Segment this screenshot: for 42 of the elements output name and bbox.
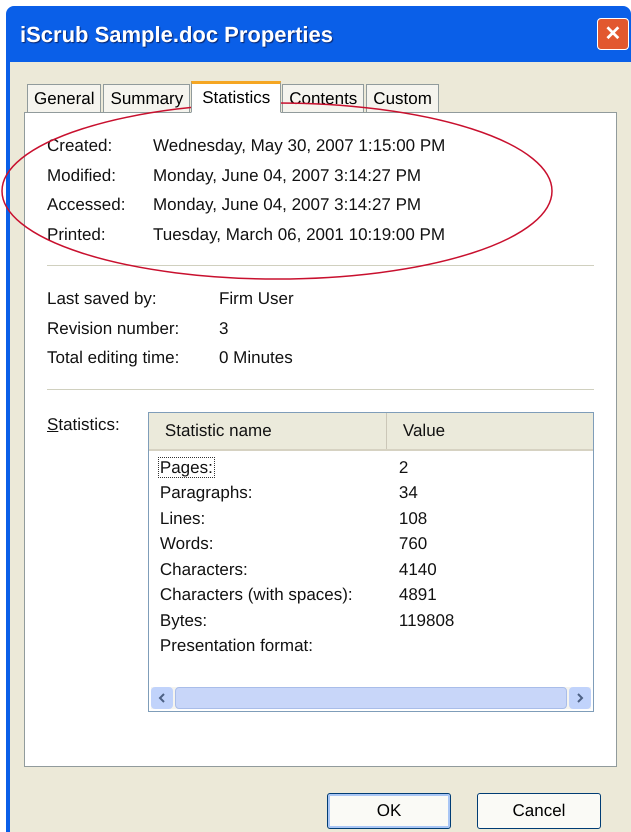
scroll-right-button[interactable] (569, 686, 591, 708)
list-item[interactable]: Characters (with spaces): (158, 585, 354, 604)
info-value: Firm User (219, 288, 295, 310)
column-header[interactable]: Value (386, 412, 593, 448)
date-value: Monday, June 04, 2007 3:14:27 PM (153, 164, 422, 186)
date-value: Tuesday, March 06, 2001 10:19:00 PM (153, 224, 446, 246)
list-item[interactable]: Pages: (158, 458, 214, 476)
tab[interactable]: Statistics (191, 81, 282, 113)
tab[interactable]: Custom (366, 84, 439, 112)
date-label: Created: (47, 135, 114, 157)
scroll-left-button[interactable] (150, 686, 173, 708)
list-value: 119808 (398, 610, 454, 632)
info-label: Last saved by: (47, 288, 158, 310)
list-item[interactable]: Words: (158, 534, 214, 553)
tab[interactable]: Summary (103, 84, 190, 112)
list-item[interactable]: Lines: (158, 508, 206, 528)
statistics-label: Statistics: (47, 414, 121, 436)
list-item[interactable]: Paragraphs: (158, 483, 254, 502)
list-value: 2 (398, 456, 408, 478)
info-label: Total editing time: (47, 347, 180, 369)
date-label: Printed: (47, 224, 107, 246)
close-button[interactable]: ✕ (597, 18, 629, 50)
list-value: 34 (398, 482, 418, 504)
list-value: 4891 (398, 584, 437, 606)
list-item[interactable]: Presentation format: (158, 636, 314, 655)
info-value: 0 Minutes (219, 347, 294, 369)
dialog-button[interactable]: Cancel (477, 793, 601, 829)
list-value: 108 (398, 508, 428, 530)
window-title: iScrub Sample.doc Properties (20, 20, 333, 49)
date-label: Modified: (47, 164, 117, 186)
column-header[interactable]: Statistic name (148, 412, 387, 448)
tab[interactable]: General (27, 84, 102, 112)
list-item[interactable]: Characters: (158, 560, 249, 578)
date-value: Monday, June 04, 2007 3:14:27 PM (153, 194, 422, 216)
info-label: Revision number: (47, 318, 180, 340)
list-value: 760 (398, 533, 428, 555)
info-value: 3 (219, 318, 230, 340)
date-value: Wednesday, May 30, 2007 1:15:00 PM (153, 135, 446, 157)
list-item[interactable]: Bytes: (158, 610, 208, 630)
list-value: 4140 (398, 558, 437, 580)
date-label: Accessed: (47, 194, 126, 216)
dialog-button[interactable]: OK (327, 793, 451, 829)
